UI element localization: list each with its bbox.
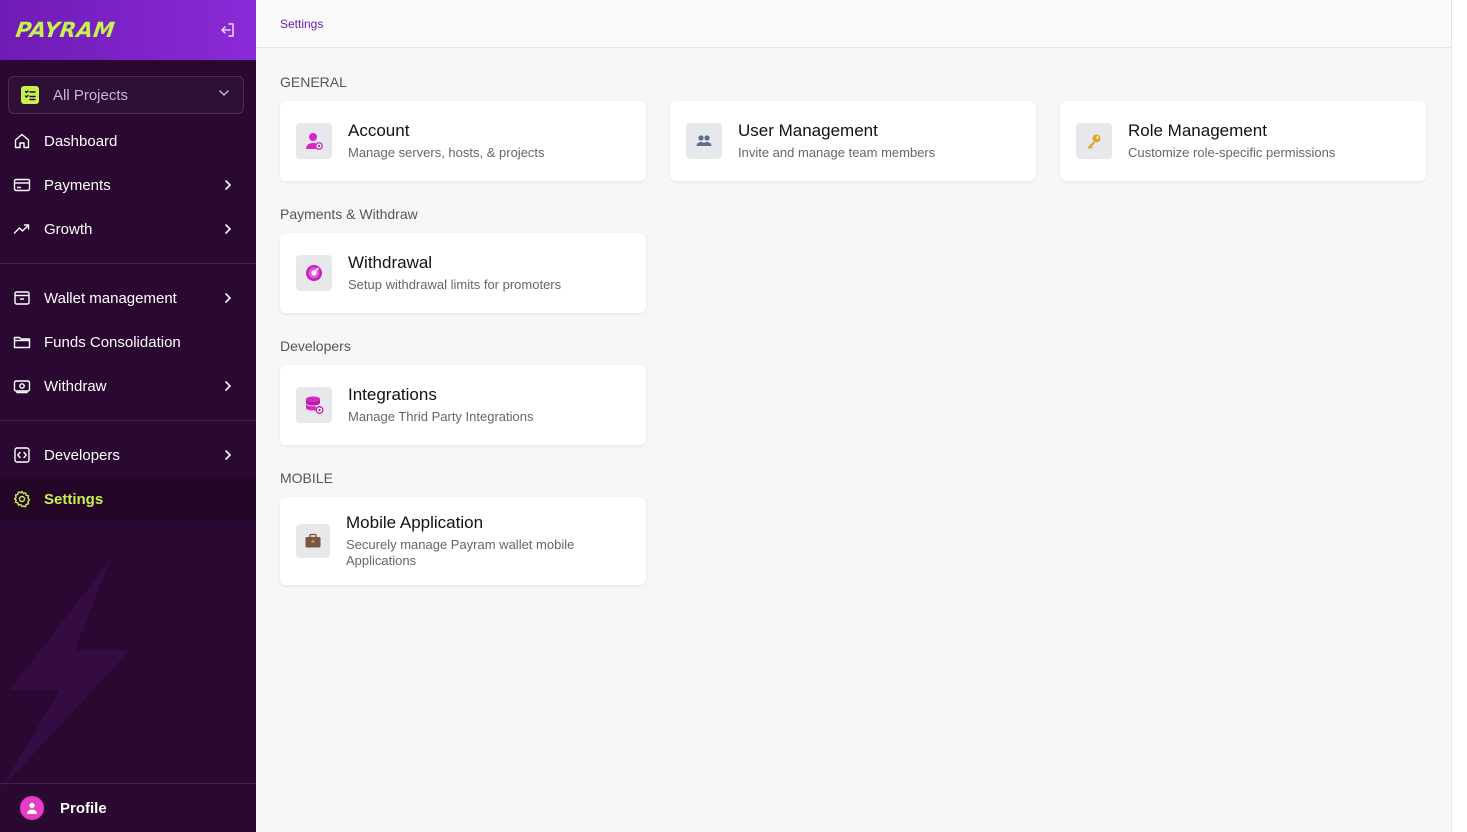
profile-menu[interactable]: Profile bbox=[0, 783, 256, 832]
sidebar-item-label: Dashboard bbox=[44, 132, 118, 150]
chevron-right-icon bbox=[220, 290, 236, 306]
profile-label: Profile bbox=[60, 799, 107, 817]
user-avatar-icon bbox=[20, 796, 44, 820]
collapse-sidebar-icon[interactable] bbox=[218, 20, 238, 40]
wallet-icon bbox=[12, 288, 32, 308]
settings-card-account[interactable]: Account Manage servers, hosts, & project… bbox=[280, 101, 646, 181]
cash-icon bbox=[12, 376, 32, 396]
account-icon bbox=[296, 123, 332, 159]
sidebar-item-label: Developers bbox=[44, 446, 120, 464]
database-icon bbox=[296, 387, 332, 423]
home-icon bbox=[12, 131, 32, 151]
project-selector-label: All Projects bbox=[53, 86, 129, 104]
sidebar-item-label: Wallet management bbox=[44, 289, 177, 307]
sidebar-item-developers[interactable]: Developers bbox=[0, 433, 256, 477]
card-title: Role Management bbox=[1128, 121, 1267, 140]
sidebar-item-funds-consolidation[interactable]: Funds Consolidation bbox=[0, 320, 256, 364]
card-description: Setup withdrawal limits for promoters bbox=[348, 277, 562, 292]
settings-card-mobile-application[interactable]: Mobile Application Securely manage Payra… bbox=[280, 497, 646, 585]
sidebar-item-payments[interactable]: Payments bbox=[0, 163, 256, 207]
card-title: Integrations bbox=[348, 385, 437, 404]
card-icon bbox=[12, 175, 32, 195]
brand-logo[interactable]: PAYRAM bbox=[14, 18, 116, 42]
briefcase-icon bbox=[296, 524, 330, 558]
sidebar-item-settings[interactable]: Settings bbox=[0, 477, 256, 521]
key-icon bbox=[1076, 123, 1112, 159]
settings-card-user-management[interactable]: User Management Invite and manage team m… bbox=[670, 101, 1036, 181]
section-title-developers: Developers bbox=[280, 338, 351, 354]
window-edge bbox=[1451, 0, 1467, 832]
sidebar-item-wallet-management[interactable]: Wallet management bbox=[0, 276, 256, 320]
sidebar-item-withdraw[interactable]: Withdraw bbox=[0, 364, 256, 408]
card-title: Mobile Application bbox=[346, 513, 484, 532]
chevron-right-icon bbox=[220, 221, 236, 237]
sidebar-item-label: Growth bbox=[44, 220, 93, 238]
breadcrumb[interactable]: Settings bbox=[280, 17, 323, 31]
card-title: User Management bbox=[738, 121, 878, 140]
chevron-right-icon bbox=[220, 378, 236, 394]
trend-icon bbox=[12, 219, 32, 239]
nav-divider bbox=[0, 420, 256, 421]
section-title-payments-withdraw: Payments & Withdraw bbox=[280, 206, 418, 222]
sidebar-item-growth[interactable]: Growth bbox=[0, 207, 256, 251]
settings-card-role-management[interactable]: Role Management Customize role-specific … bbox=[1060, 101, 1426, 181]
main-content: Settings GENERAL Account Manage servers,… bbox=[256, 0, 1451, 832]
users-icon bbox=[686, 123, 722, 159]
sidebar-item-label: Payments bbox=[44, 176, 111, 194]
settings-card-integrations[interactable]: Integrations Manage Thrid Party Integrat… bbox=[280, 365, 646, 445]
chevron-right-icon bbox=[220, 177, 236, 193]
decorative-bolt-icon bbox=[0, 560, 130, 790]
gear-icon bbox=[12, 489, 32, 509]
card-description: Invite and manage team members bbox=[738, 145, 936, 160]
section-title-mobile: MOBILE bbox=[280, 470, 333, 486]
card-description: Customize role-specific permissions bbox=[1128, 145, 1336, 160]
sidebar-item-dashboard[interactable]: Dashboard bbox=[0, 119, 256, 163]
sidebar-nav: Dashboard Payments Growth Wallet managem… bbox=[0, 119, 256, 521]
sidebar-item-label: Settings bbox=[44, 490, 104, 508]
card-title: Account bbox=[348, 121, 410, 140]
sidebar: PAYRAM All Projects Dashboard Payments G… bbox=[0, 0, 256, 832]
chevron-down-icon bbox=[217, 86, 231, 105]
card-description: Securely manage Payram wallet mobile App… bbox=[346, 537, 575, 568]
withdrawal-icon bbox=[296, 255, 332, 291]
code-icon bbox=[12, 445, 32, 465]
checklist-icon bbox=[21, 86, 39, 104]
card-description: Manage servers, hosts, & projects bbox=[348, 145, 545, 160]
sidebar-item-label: Funds Consolidation bbox=[44, 333, 181, 351]
chevron-right-icon bbox=[220, 447, 236, 463]
nav-divider bbox=[0, 263, 256, 264]
sidebar-item-label: Withdraw bbox=[44, 377, 107, 395]
folder-icon bbox=[12, 332, 32, 352]
sidebar-header: PAYRAM bbox=[0, 0, 256, 60]
card-description: Manage Thrid Party Integrations bbox=[348, 409, 534, 424]
top-bar: Settings bbox=[256, 0, 1451, 48]
settings-card-withdrawal[interactable]: Withdrawal Setup withdrawal limits for p… bbox=[280, 233, 646, 313]
card-title: Withdrawal bbox=[348, 253, 433, 272]
section-title-general: GENERAL bbox=[280, 74, 347, 90]
project-selector[interactable]: All Projects bbox=[8, 76, 244, 114]
